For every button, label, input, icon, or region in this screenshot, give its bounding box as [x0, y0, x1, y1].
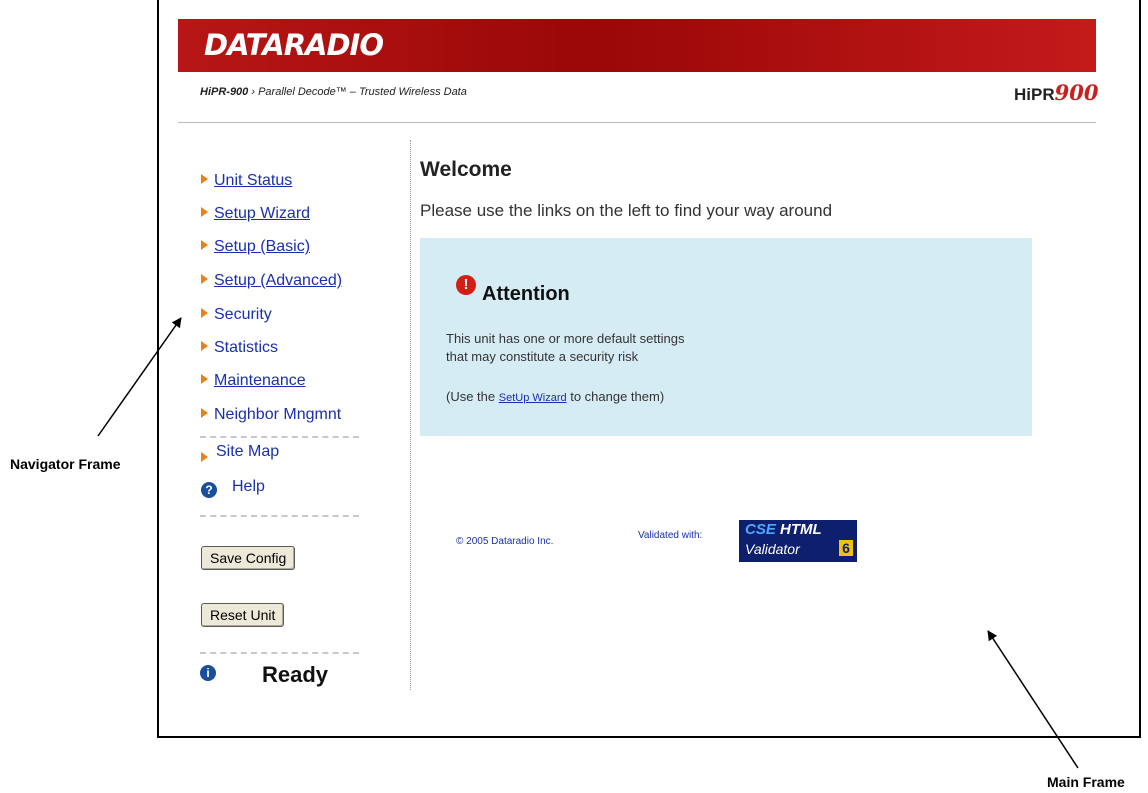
dataradio-logo: DATARADIO	[204, 28, 384, 62]
attention-line-3-suffix: to change them)	[566, 389, 665, 404]
arrow-right-icon	[201, 341, 208, 351]
copyright-notice: © 2005 Dataradio Inc.	[456, 536, 554, 547]
nav-link-maintenance[interactable]: Maintenance	[214, 372, 306, 389]
header-divider	[178, 122, 1096, 123]
nav-item-setup-wizard[interactable]: Setup Wizard	[201, 205, 310, 225]
validator-name: Validator	[745, 541, 800, 557]
attention-line-1: This unit has one or more default settin…	[446, 331, 685, 346]
nav-separator	[200, 652, 359, 654]
reset-unit-button[interactable]: Reset Unit	[201, 603, 285, 627]
arrow-right-icon	[201, 207, 208, 217]
status-ready: Ready	[262, 662, 329, 687]
navigator-frame-label: Navigator Frame	[10, 456, 121, 472]
arrow-right-icon	[201, 452, 208, 462]
nav-separator	[200, 515, 359, 517]
nav-item-neighbor-mngmnt[interactable]: Neighbor Mngmnt	[201, 406, 341, 426]
nav-link-setup-basic[interactable]: Setup (Basic)	[214, 238, 310, 255]
attention-line-2: that may constitute a security risk	[446, 349, 639, 364]
product-subtitle: HiPR-900 › Parallel Decode™ – Trusted Wi…	[200, 86, 467, 98]
nav-item-help[interactable]: Help	[232, 478, 265, 498]
product-name: HiPR-900	[200, 86, 249, 98]
hipr-logo-number: 900	[1054, 80, 1099, 105]
setup-wizard-link[interactable]: SetUp Wizard	[499, 392, 567, 404]
attention-line-3: (Use the SetUp Wizard to change them)	[446, 389, 664, 404]
nav-item-maintenance[interactable]: Maintenance	[201, 372, 306, 392]
nav-link-setup-wizard[interactable]: Setup Wizard	[214, 205, 310, 222]
validator-html: HTML	[780, 521, 822, 538]
validated-label: Validated with:	[638, 530, 703, 541]
nav-item-site-map[interactable]: Site Map	[201, 443, 279, 463]
nav-item-statistics[interactable]: Statistics	[201, 339, 278, 359]
product-tagline: › Parallel Decode™ – Trusted Wireless Da…	[251, 86, 467, 98]
cse-html-validator-badge[interactable]: CSE HTML Validator 6	[739, 520, 857, 562]
nav-link-unit-status[interactable]: Unit Status	[214, 172, 292, 189]
attention-line-3-prefix: (Use the	[446, 389, 499, 404]
nav-link-setup-advanced[interactable]: Setup (Advanced)	[214, 272, 342, 289]
attention-panel: ! Attention This unit has one or more de…	[420, 238, 1032, 436]
nav-item-unit-status[interactable]: Unit Status	[201, 172, 292, 192]
nav-link-neighbor-mngmnt[interactable]: Neighbor Mngmnt	[214, 406, 341, 423]
nav-item-setup-advanced[interactable]: Setup (Advanced)	[201, 272, 342, 292]
nav-link-statistics[interactable]: Statistics	[214, 339, 278, 356]
validator-version: 6	[839, 540, 853, 556]
main-frame-label: Main Frame	[1047, 774, 1125, 790]
arrow-right-icon	[201, 308, 208, 318]
nav-item-security[interactable]: Security	[201, 306, 272, 326]
arrow-right-icon	[201, 408, 208, 418]
nav-link-site-map[interactable]: Site Map	[216, 443, 279, 460]
hipr900-logo: HiPR900	[1014, 80, 1098, 105]
arrow-right-icon	[201, 240, 208, 250]
hipr-logo-prefix: HiPR	[1014, 85, 1055, 104]
info-icon: i	[200, 665, 216, 681]
nav-link-help[interactable]: Help	[232, 478, 265, 495]
nav-item-setup-basic[interactable]: Setup (Basic)	[201, 238, 310, 258]
brand-banner: DATARADIO	[178, 19, 1096, 72]
save-config-button[interactable]: Save Config	[201, 546, 296, 570]
arrow-right-icon	[201, 274, 208, 284]
help-icon[interactable]: ?	[201, 482, 217, 498]
page-title: Welcome	[420, 158, 512, 181]
nav-link-security[interactable]: Security	[214, 306, 272, 323]
arrow-right-icon	[201, 174, 208, 184]
validator-cse: CSE	[745, 521, 776, 538]
nav-separator	[200, 436, 359, 438]
exclamation-icon: !	[456, 275, 476, 295]
frame-divider	[410, 140, 411, 690]
arrow-right-icon	[201, 374, 208, 384]
attention-title: Attention	[482, 283, 570, 305]
validator-badge-line-1: CSE HTML	[745, 521, 822, 538]
welcome-message: Please use the links on the left to find…	[420, 201, 833, 220]
